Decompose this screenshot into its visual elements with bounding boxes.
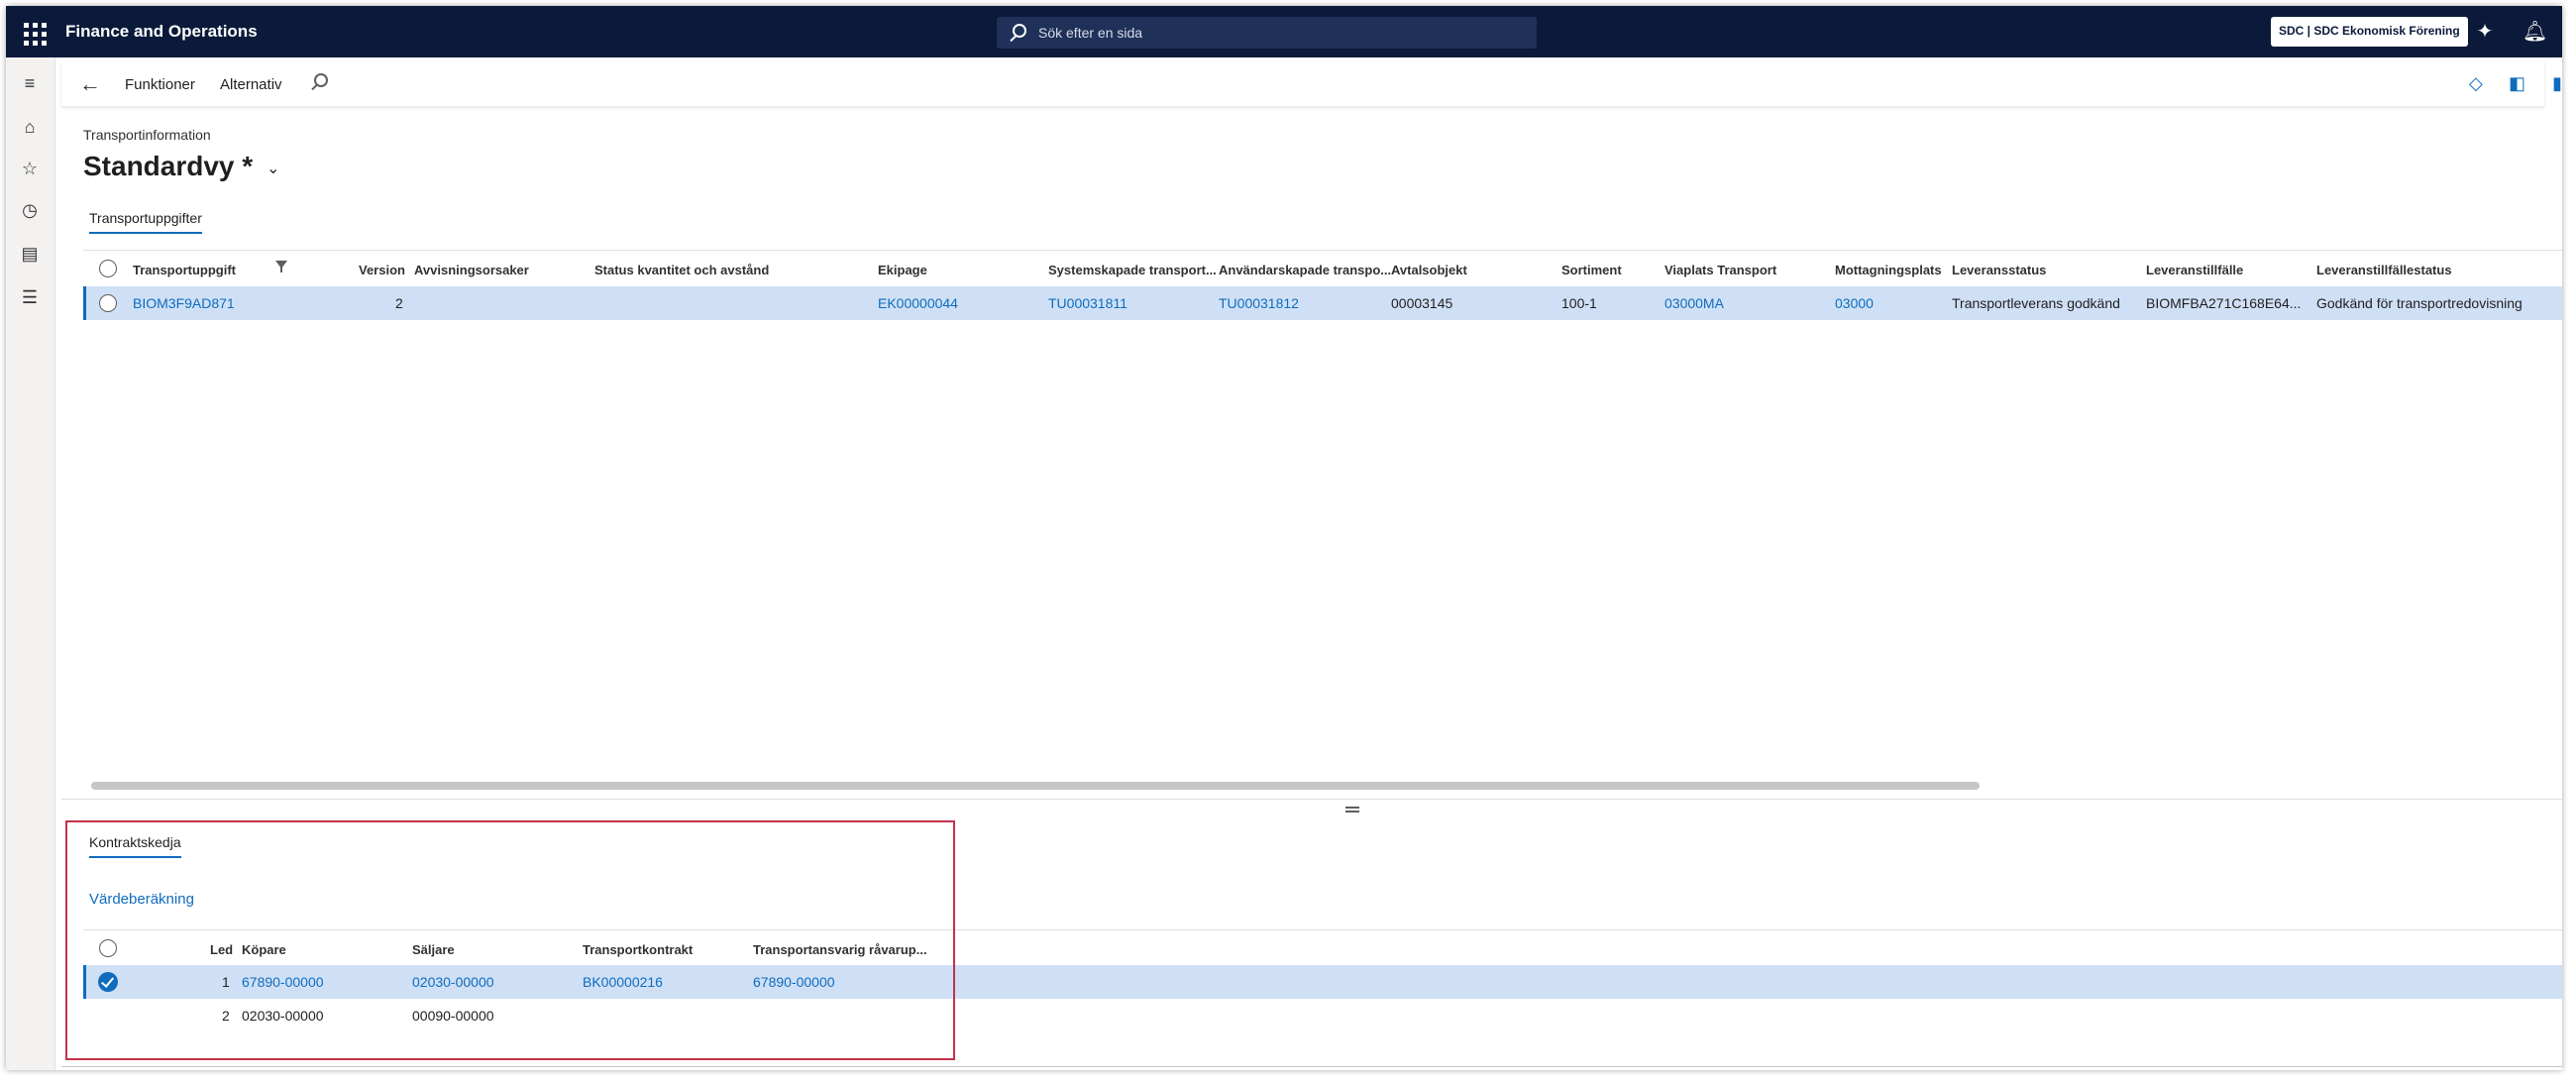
office-icon[interactable]: ◧ [2509, 73, 2525, 94]
cell-version: 2 [395, 295, 403, 311]
horizontal-scrollbar[interactable] [91, 782, 1980, 790]
col-led[interactable]: Led [210, 942, 233, 957]
back-arrow-icon[interactable]: ← [79, 71, 101, 97]
transport-grid: Transportuppgift Version Avvisningsorsak… [83, 250, 2562, 795]
diamond-icon[interactable]: ◇ [2469, 73, 2483, 94]
chevron-down-icon: ⌄ [266, 160, 280, 177]
col-saljare[interactable]: Säljare [412, 942, 455, 957]
cell-led: 1 [222, 974, 230, 990]
modules-icon[interactable]: ☰ [18, 285, 42, 309]
functions-menu[interactable]: Funktioner [125, 76, 195, 93]
cell-transportansvarig[interactable]: 67890-00000 [753, 974, 835, 990]
col-avvisningsorsaker[interactable]: Avvisningsorsaker [414, 263, 529, 277]
table-row[interactable]: 2 02030-00000 00090-00000 [83, 999, 2562, 1032]
favorites-icon[interactable]: ☆ [18, 157, 42, 180]
company-picker[interactable]: SDC | SDC Ekonomisk Förening [2271, 17, 2468, 47]
cell-saljare[interactable]: 02030-00000 [412, 974, 494, 990]
app-launcher-icon[interactable] [20, 19, 47, 46]
tab-kontraktskedja[interactable]: Kontraktskedja [89, 834, 181, 858]
vardeberakning-link[interactable]: Värdeberäkning [89, 891, 194, 908]
cell-kopare: 02030-00000 [242, 1008, 324, 1024]
filter-icon[interactable] [275, 261, 287, 272]
top-bar: Finance and Operations Sök efter en sida… [6, 6, 2562, 57]
options-menu[interactable]: Alternativ [220, 76, 282, 93]
copilot-icon[interactable]: ✦ [2473, 20, 2497, 44]
cell-led: 2 [222, 1008, 230, 1024]
search-icon [1013, 24, 1026, 38]
select-all-checkbox[interactable] [99, 260, 117, 277]
bottom-border [61, 1066, 2562, 1067]
cell-anvandarskapade[interactable]: TU00031812 [1219, 295, 1299, 311]
contract-grid-header: Led Köpare Säljare Transportkontrakt Tra… [83, 929, 2562, 965]
tab-transportuppgifter[interactable]: Transportuppgifter [89, 210, 202, 234]
cell-saljare: 00090-00000 [412, 1008, 494, 1024]
col-kopare[interactable]: Köpare [242, 942, 286, 957]
cell-leveranstillfallestatus: Godkänd för transportredovisning [2316, 295, 2522, 311]
table-row[interactable]: 1 67890-00000 02030-00000 BK00000216 678… [83, 965, 2562, 999]
col-systemskapade[interactable]: Systemskapade transport... [1048, 263, 1217, 277]
col-leveranstillfalle[interactable]: Leveranstillfälle [2146, 263, 2243, 277]
col-transportuppgift[interactable]: Transportuppgift [133, 263, 236, 277]
row-select-checkbox[interactable] [99, 294, 117, 312]
col-avtalsobjekt[interactable]: Avtalsobjekt [1391, 263, 1467, 277]
col-viaplats[interactable]: Viaplats Transport [1664, 263, 1776, 277]
notifications-icon[interactable]: 🔔︎ [2522, 20, 2547, 44]
col-anvandarskapade[interactable]: Användarskapade transpo... [1219, 263, 1391, 277]
global-search-input[interactable]: Sök efter en sida [997, 17, 1537, 49]
home-icon[interactable]: ⌂ [18, 115, 42, 139]
menu-icon[interactable]: ≡ [18, 71, 42, 95]
cell-leveranstillfalle: BIOMFBA271C168E64... [2146, 295, 2302, 311]
col-leveransstatus[interactable]: Leveransstatus [1952, 263, 2046, 277]
col-sortiment[interactable]: Sortiment [1561, 263, 1622, 277]
cell-transportkontrakt[interactable]: BK00000216 [583, 974, 663, 990]
cell-leveransstatus: Transportleverans godkänd [1952, 295, 2120, 311]
col-transportkontrakt[interactable]: Transportkontrakt [583, 942, 693, 957]
action-bar: ← Funktioner Alternativ ◇ ◧ ▮ [61, 61, 2562, 107]
grid-header: Transportuppgift Version Avvisningsorsak… [83, 251, 2562, 286]
view-selector[interactable]: Standardvy * ⌄ [83, 151, 279, 182]
cell-ekipage[interactable]: EK00000044 [878, 295, 958, 311]
col-ekipage[interactable]: Ekipage [878, 263, 927, 277]
app-name: Finance and Operations [65, 22, 258, 41]
recent-icon[interactable]: ◷ [18, 198, 42, 222]
row-checked-icon[interactable] [98, 972, 118, 992]
cell-mottagningsplats[interactable]: 03000 [1835, 295, 1874, 311]
view-modified-marker: * [242, 151, 254, 181]
cell-viaplats[interactable]: 03000MA [1664, 295, 1724, 311]
col-transportansvarig[interactable]: Transportansvarig råvarup... [753, 942, 927, 957]
attachments-icon[interactable]: ▮ [2552, 73, 2562, 94]
section-divider [61, 799, 2562, 800]
cell-systemskapade[interactable]: TU00031811 [1048, 295, 1127, 311]
workspaces-icon[interactable]: ▤ [18, 242, 42, 266]
page-caption: Transportinformation [83, 127, 211, 143]
col-version[interactable]: Version [359, 263, 405, 277]
search-placeholder: Sök efter en sida [1038, 25, 1143, 41]
app-window: Finance and Operations Sök efter en sida… [6, 6, 2562, 1070]
cell-sortiment: 100-1 [1561, 295, 1597, 311]
action-search-icon[interactable] [314, 73, 328, 87]
left-navigation: ≡ ⌂ ☆ ◷ ▤ ☰ [6, 57, 55, 1070]
table-row[interactable]: BIOM3F9AD871 2 EK00000044 TU00031811 TU0… [83, 286, 2562, 320]
view-title: Standardvy [83, 151, 235, 181]
col-status[interactable]: Status kvantitet och avstånd [594, 263, 769, 277]
select-all-checkbox[interactable] [99, 939, 117, 957]
col-leveranstillfallestatus[interactable]: Leveranstillfällestatus [2316, 263, 2452, 277]
pane-splitter-handle[interactable] [1345, 807, 1359, 812]
cell-kopare[interactable]: 67890-00000 [242, 974, 324, 990]
cell-transportuppgift[interactable]: BIOM3F9AD871 [133, 295, 235, 311]
col-mottagningsplats[interactable]: Mottagningsplats [1835, 263, 1942, 277]
cell-avtalsobjekt: 00003145 [1391, 295, 1453, 311]
